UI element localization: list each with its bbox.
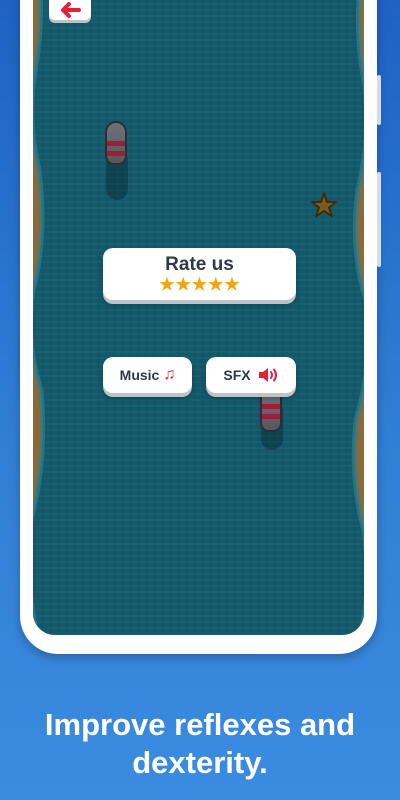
star-icon: ★ [208,275,224,294]
sfx-label: SFX [223,367,251,383]
left-shore [33,0,46,635]
collectible-star-icon[interactable] [311,192,337,218]
phone-side-button [377,75,381,125]
music-toggle-button[interactable]: Music ♫ [103,357,192,393]
music-label: Music [119,367,160,383]
star-icon: ★ [175,275,191,294]
caption-line-2: dexterity. [132,745,268,780]
back-button[interactable] [49,0,91,20]
buoy-obstacle [260,388,282,432]
back-arrow-icon [61,2,81,18]
game-screen[interactable] [33,0,364,635]
rating-stars: ★ ★ ★ ★ ★ [159,275,240,294]
rate-us-button[interactable]: Rate us ★ ★ ★ ★ ★ [103,248,296,300]
sfx-toggle-button[interactable]: SFX [206,357,296,393]
star-icon: ★ [224,275,240,294]
buoy-obstacle [105,121,127,165]
star-icon: ★ [191,275,208,294]
caption-line-1: Improve reflexes and [44,707,356,742]
phone-side-button [377,172,381,267]
star-icon: ★ [159,275,175,294]
rate-us-title: Rate us [165,254,234,275]
promo-caption: Improve reflexes and dexterity. [0,706,400,782]
music-note-icon: ♫ [163,366,176,383]
speaker-icon [258,368,277,382]
right-shore [351,0,364,635]
water-background [33,0,364,635]
